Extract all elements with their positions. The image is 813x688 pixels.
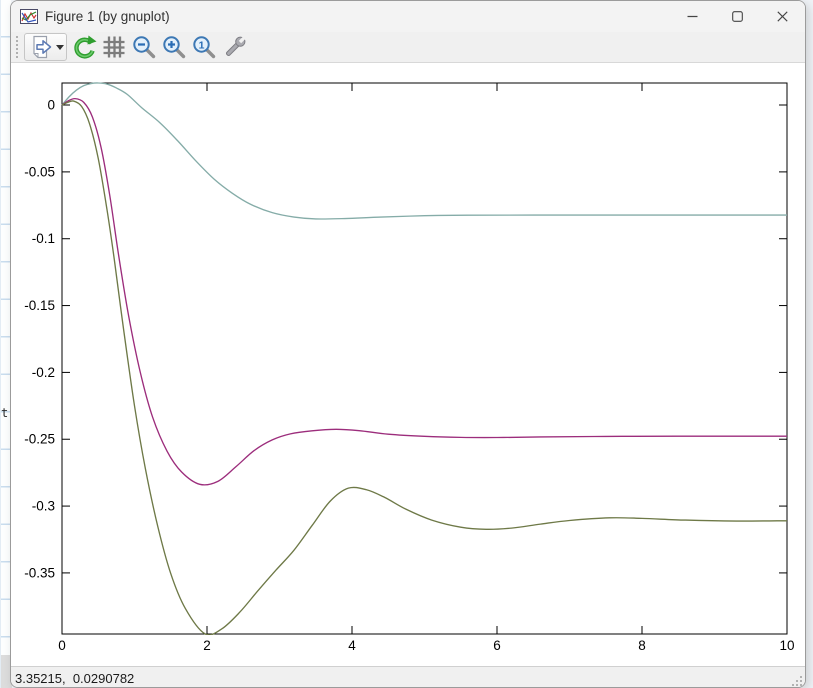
plot-area: 0 2 4 6 8 10 0 -0.05 -0.1 -0.15 -0.2 -0.25 -0.3 -0.35	[11, 63, 805, 666]
export-plot-button[interactable]	[24, 33, 67, 61]
y-tick-label: 0	[47, 98, 55, 113]
zoom-original-button[interactable]: 1	[191, 33, 217, 61]
y-tick-label: -0.2	[32, 365, 55, 380]
series-2-magenta-curve	[62, 99, 787, 485]
zoom-out-icon	[131, 34, 157, 60]
dropdown-arrow-icon	[56, 45, 64, 50]
gnuplot-figure-window: Figure 1 (by gnuplot)	[10, 0, 806, 688]
window-controls	[670, 1, 805, 32]
zoom-out-button[interactable]	[131, 33, 157, 61]
zoom-original-icon: 1	[191, 34, 217, 60]
wrench-icon	[221, 34, 249, 60]
y-tick-label: -0.05	[24, 164, 55, 179]
zoom-in-button[interactable]	[161, 33, 187, 61]
x-tick-label: 2	[203, 638, 211, 653]
minimize-button[interactable]	[670, 1, 715, 32]
settings-button[interactable]	[221, 33, 249, 61]
statusbar: 3.35215, 0.0290782	[11, 666, 805, 688]
y-tick-label: -0.1	[32, 231, 55, 246]
y-tick-label: -0.25	[24, 432, 55, 447]
x-tick-label: 0	[58, 638, 66, 653]
grid-button[interactable]	[101, 33, 127, 61]
grid-icon	[101, 34, 127, 60]
y-tick-label: -0.35	[24, 565, 55, 580]
y-tick-label: -0.15	[24, 298, 55, 313]
svg-text:1: 1	[199, 39, 205, 51]
x-tick-label: 4	[348, 638, 356, 653]
series-1-teal-curve	[62, 83, 787, 219]
close-button[interactable]	[760, 1, 805, 32]
toolbar-gripper[interactable]	[16, 36, 20, 58]
titlebar[interactable]: Figure 1 (by gnuplot)	[11, 1, 805, 32]
plot-border	[62, 83, 787, 634]
minimize-icon	[687, 11, 698, 22]
x-tick-label: 8	[638, 638, 646, 653]
toolbar: 1	[11, 32, 805, 63]
window-title: Figure 1 (by gnuplot)	[45, 9, 170, 24]
replot-button[interactable]	[71, 33, 97, 61]
maximize-button[interactable]	[715, 1, 760, 32]
x-tick-label: 10	[779, 638, 794, 653]
x-tick-label: 6	[493, 638, 501, 653]
maximize-icon	[732, 11, 743, 22]
resize-grip-icon[interactable]	[790, 674, 803, 687]
y-tick-label: -0.3	[32, 499, 55, 514]
replot-icon	[71, 34, 97, 60]
cursor-coordinates: 3.35215, 0.0290782	[15, 671, 134, 686]
zoom-in-icon	[161, 34, 187, 60]
export-plot-icon	[27, 34, 53, 60]
plot-canvas[interactable]: 0 2 4 6 8 10 0 -0.05 -0.1 -0.15 -0.2 -0.25 -0.3 -0.35	[11, 63, 805, 666]
series-3-olive-curve	[62, 101, 787, 635]
close-icon	[777, 11, 788, 22]
gnuplot-logo-icon	[20, 9, 38, 24]
